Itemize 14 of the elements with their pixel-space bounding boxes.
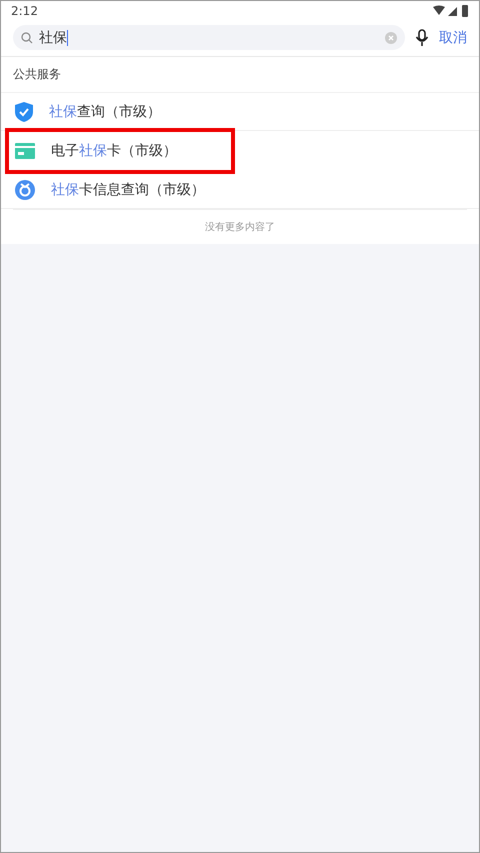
section-title: 公共服务 bbox=[1, 57, 479, 93]
status-icons-drawing bbox=[433, 5, 469, 17]
status-time: 2:12 bbox=[11, 4, 38, 18]
result-item[interactable]: 电子社保卡（市级） bbox=[5, 128, 235, 174]
search-field[interactable]: 社保 bbox=[13, 25, 405, 50]
result-item[interactable]: 社保查询（市级） bbox=[1, 93, 479, 131]
card-icon bbox=[15, 142, 35, 158]
no-more-text: 没有更多内容了 bbox=[13, 209, 467, 244]
microphone-icon[interactable] bbox=[415, 28, 429, 46]
round-badge-icon bbox=[15, 180, 35, 200]
shield-check-icon bbox=[15, 102, 33, 122]
result-item[interactable]: 社保卡信息查询（市级） bbox=[1, 171, 479, 209]
cancel-button[interactable]: 取消 bbox=[439, 28, 467, 46]
search-icon bbox=[21, 32, 33, 44]
